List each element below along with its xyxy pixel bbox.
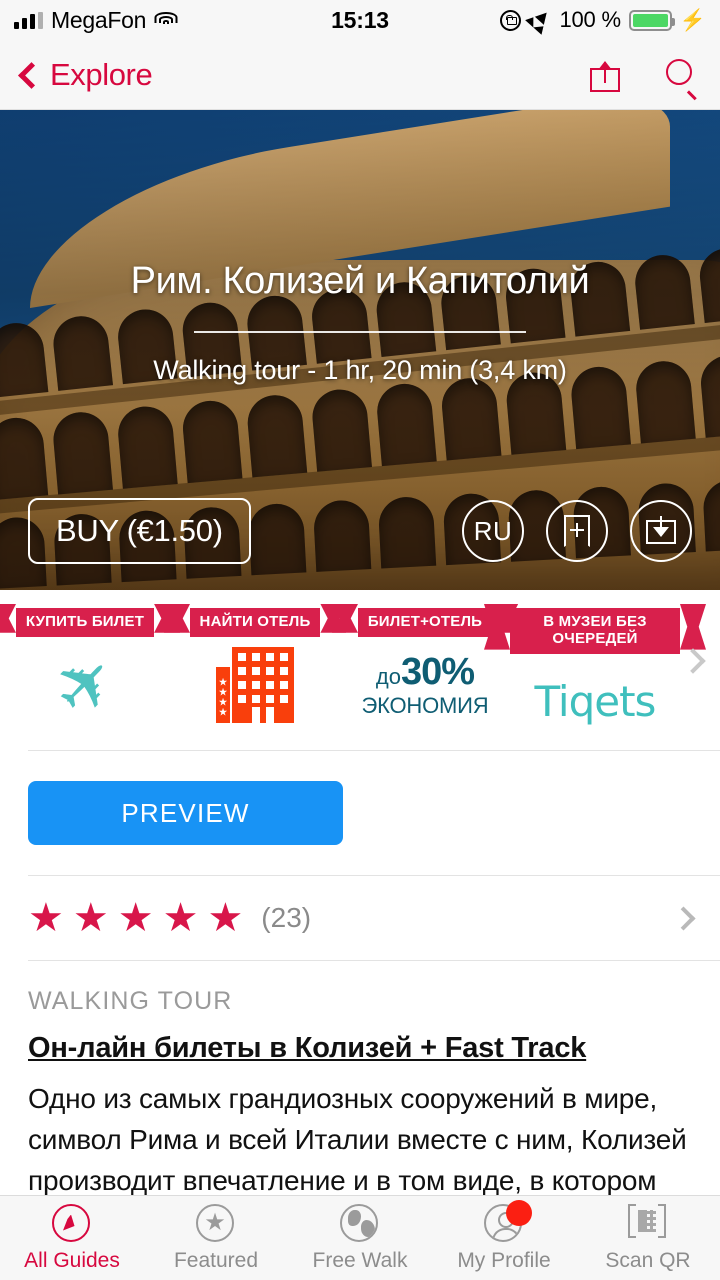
charging-bolt-icon: ⚡ (679, 8, 706, 32)
promo-carousel[interactable]: КУПИТЬ БИЛЕТ ✈ НАЙТИ ОТЕЛЬ ★ ★ ★ ★ БИЛЕТ+ОТ… (0, 590, 720, 750)
star-icon: ★ (28, 896, 64, 940)
hero-banner: Рим. Колизей и Капитолий Walking tour - … (0, 110, 720, 590)
promo-ribbon-label: НАЙТИ ОТЕЛЬ (189, 608, 321, 637)
tab-featured[interactable]: ★ Featured (144, 1196, 288, 1280)
status-bar: MegaFon 15:13 100 % ⚡ (0, 0, 720, 40)
star-icon: ★ (207, 896, 244, 940)
navigation-bar: Explore (0, 40, 720, 110)
promo-ribbon-label: КУПИТЬ БИЛЕТ (15, 608, 155, 637)
back-button-label: Explore (50, 56, 153, 92)
tour-title: Рим. Колизей и Капитолий (130, 260, 590, 302)
tiqets-logo-text: Tiqets (534, 677, 657, 727)
star-icon: ★ (117, 896, 154, 940)
globe-icon (340, 1203, 378, 1242)
carrier-name: MegaFon (51, 6, 147, 33)
search-icon[interactable] (666, 58, 698, 100)
location-arrow-icon (525, 5, 556, 35)
bookmark-plus-icon (564, 515, 590, 547)
discount-prefix: до (375, 663, 401, 689)
tab-scan-qr[interactable]: Scan QR (576, 1196, 720, 1280)
share-icon[interactable] (590, 58, 620, 92)
title-divider (194, 331, 526, 333)
tab-bar: All Guides ★ Featured Free Walk My Profi… (0, 1195, 720, 1280)
tab-all-guides[interactable]: All Guides (0, 1196, 144, 1280)
preview-section: PREVIEW (0, 751, 720, 875)
promo-ticket-hotel[interactable]: БИЛЕТ+ОТЕЛЬ до30% ЭКОНОМИЯ (340, 608, 510, 725)
download-button[interactable] (630, 500, 692, 562)
nav-actions (590, 58, 698, 100)
battery-icon (628, 9, 675, 31)
rating-row[interactable]: ★ ★ ★ ★ ★ (23) (0, 876, 720, 960)
star-icon: ★ (162, 896, 199, 940)
back-button[interactable]: Explore (18, 56, 153, 93)
star-rating: ★ ★ ★ ★ ★ (28, 898, 243, 938)
qr-code-icon (628, 1203, 666, 1242)
hotel-building-icon: ★ ★ ★ ★ (216, 645, 294, 725)
tab-free-walk[interactable]: Free Walk (288, 1196, 432, 1280)
tab-label: Featured (173, 1248, 259, 1272)
hero-icon-buttons: RU (462, 500, 692, 562)
preview-button[interactable]: PREVIEW (28, 781, 343, 845)
discount-caption: ЭКОНОМИЯ (361, 692, 489, 718)
promo-museum-skip-line[interactable]: В МУЗЕИ БЕЗ ОЧЕРЕДЕЙ Tiqets (510, 608, 680, 742)
article-headline-link[interactable]: Он-лайн билеты в Колизей + Fast Track (28, 1032, 586, 1065)
battery-percent: 100 % (559, 7, 621, 32)
language-label: RU (473, 515, 513, 546)
status-bar-right: 100 % ⚡ (500, 5, 706, 35)
tab-label: Free Walk (312, 1248, 408, 1272)
buy-button[interactable]: BUY (€1.50) (28, 498, 251, 564)
compass-icon (52, 1203, 90, 1242)
tab-label: My Profile (457, 1248, 551, 1272)
star-circle-icon: ★ (196, 1203, 234, 1242)
wifi-icon (154, 11, 178, 29)
chevron-right-icon[interactable] (680, 648, 706, 674)
hotel-stars-sign: ★ ★ ★ ★ (216, 666, 230, 723)
promo-ribbon-label: В МУЗЕИ БЕЗ ОЧЕРЕДЕЙ (510, 608, 680, 654)
tab-label: Scan QR (605, 1248, 691, 1272)
discount-percent: 30% (401, 650, 475, 693)
bookmark-plus-button[interactable] (546, 500, 608, 562)
chevron-right-icon[interactable] (671, 905, 696, 931)
hero-text-block: Рим. Колизей и Капитолий Walking tour - … (0, 260, 720, 386)
rotation-lock-icon (500, 9, 522, 31)
promo-buy-ticket[interactable]: КУПИТЬ БИЛЕТ ✈ (0, 608, 170, 733)
download-icon (646, 516, 676, 546)
airplane-icon: ✈ (36, 636, 134, 733)
tiqets-logo: Tiqets (534, 662, 657, 742)
hero-actions: BUY (€1.50) RU (0, 498, 720, 564)
promo-ribbon-label: БИЛЕТ+ОТЕЛЬ (357, 608, 493, 637)
promo-find-hotel[interactable]: НАЙТИ ОТЕЛЬ ★ ★ ★ ★ (170, 608, 340, 725)
tab-label: All Guides (24, 1248, 120, 1272)
status-bar-left: MegaFon (14, 7, 178, 34)
rating-count: (23) (261, 902, 312, 933)
star-icon: ★ (72, 896, 109, 940)
tab-my-profile[interactable]: My Profile (432, 1196, 576, 1280)
language-button[interactable]: RU (462, 500, 524, 562)
discount-text: до30% ЭКОНОМИЯ (362, 645, 489, 725)
tour-subtitle: Walking tour - 1 hr, 20 min (3,4 km) (153, 355, 567, 385)
chevron-left-icon (18, 61, 45, 89)
notification-badge (506, 1199, 532, 1226)
article-kicker: WALKING TOUR (28, 987, 233, 1015)
signal-strength-icon (14, 11, 43, 29)
